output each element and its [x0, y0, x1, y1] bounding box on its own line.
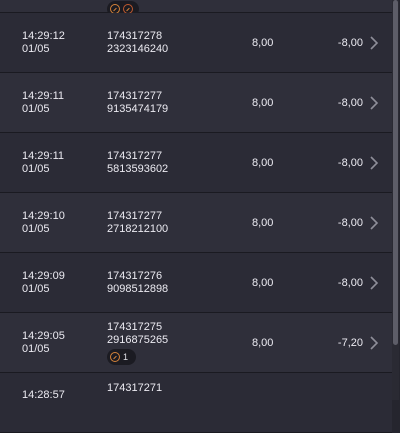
- ticket-id-part-2: 2916875265: [107, 334, 169, 346]
- scrollbar[interactable]: [392, 0, 399, 400]
- stake-amount: 8,00: [252, 97, 274, 109]
- ticket-id-part-1: 174317276: [107, 270, 163, 282]
- boost-badge: 1: [107, 349, 137, 365]
- chevron-right-icon[interactable]: [368, 335, 380, 351]
- date-text: 01/05: [22, 43, 50, 55]
- net-result: -8,00: [337, 97, 363, 109]
- list-item[interactable]: 14:29:09 01/05 174317276 9098512898 8,00…: [0, 253, 392, 313]
- scrollbar-thumb[interactable]: [393, 0, 398, 345]
- transaction-list: 14:29:12 01/05 174317278 2323146240 8,00…: [0, 0, 392, 433]
- time-text: 14:29:05: [22, 330, 65, 342]
- ticket-id-part-1: 174317278: [107, 30, 163, 42]
- date-text: 01/05: [22, 223, 50, 235]
- date-text: 01/05: [22, 103, 50, 115]
- time-text: 14:29:11: [22, 150, 65, 162]
- time-text: 14:29:09: [22, 270, 65, 282]
- ticket-id-part-1: 174317277: [107, 150, 163, 162]
- boost-count: 1: [123, 352, 129, 362]
- ticket-id-part-1: 174317275: [107, 321, 163, 333]
- ticket-id-part-1: 174317271: [107, 382, 163, 394]
- net-result: -8,00: [337, 157, 363, 169]
- ticket-id-part-2: 9098512898: [107, 283, 169, 295]
- net-result: -7,20: [337, 337, 363, 349]
- chevron-right-icon[interactable]: [368, 95, 380, 111]
- time-text: 14:29:12: [22, 30, 65, 42]
- net-result: -8,00: [337, 37, 363, 49]
- stake-amount: 8,00: [252, 157, 274, 169]
- chevron-right-icon[interactable]: [368, 155, 380, 171]
- date-text: 01/05: [22, 343, 50, 355]
- list-item[interactable]: 14:29:11 01/05 174317277 5813593602 8,00…: [0, 133, 392, 193]
- timestamp: 14:29:11 01/05: [22, 150, 64, 176]
- chevron-right-icon[interactable]: [368, 215, 380, 231]
- list-item[interactable]: 14:29:10 01/05 174317277 2718212100 8,00…: [0, 193, 392, 253]
- chevron-right-icon[interactable]: [368, 35, 380, 51]
- stake-amount: 8,00: [252, 337, 274, 349]
- list-item[interactable]: [0, 0, 392, 17]
- time-text: 14:28:57: [22, 389, 65, 401]
- ticket-id: 174317277 5813593602: [107, 150, 168, 176]
- ticket-id-part-1: 174317277: [107, 90, 163, 102]
- ticket-id: 174317277 9135474179: [107, 90, 168, 116]
- timestamp: 14:29:09 01/05: [22, 270, 65, 296]
- list-item[interactable]: 14:28:57 174317271: [0, 373, 392, 433]
- ticket-id: 174317277 2718212100: [107, 210, 168, 236]
- net-result: -8,00: [337, 217, 363, 229]
- boost-coin-icon: [110, 352, 120, 362]
- time-text: 14:29:11: [22, 90, 65, 102]
- chevron-right-icon[interactable]: [368, 275, 380, 291]
- ticket-id: 174317276 9098512898: [107, 270, 168, 296]
- ticket-id-part-2: 2323146240: [107, 43, 169, 55]
- list-item[interactable]: 14:29:11 01/05 174317277 9135474179 8,00…: [0, 73, 392, 133]
- net-result: -8,00: [337, 277, 363, 289]
- timestamp: 14:28:57: [22, 389, 65, 402]
- stake-amount: 8,00: [252, 37, 274, 49]
- ticket-id-part-2: 9135474179: [107, 103, 169, 115]
- timestamp: 14:29:10 01/05: [22, 210, 65, 236]
- ticket-id: 174317271: [107, 382, 162, 395]
- ticket-id-part-2: 5813593602: [107, 163, 169, 175]
- time-text: 14:29:10: [22, 210, 65, 222]
- stake-amount: 8,00: [252, 217, 274, 229]
- ticket-id: 174317278 2323146240: [107, 30, 168, 56]
- stake-amount: 8,00: [252, 277, 274, 289]
- date-text: 01/05: [22, 283, 50, 295]
- ticket-id: 174317275 2916875265: [107, 321, 168, 347]
- list-item[interactable]: 14:29:05 01/05 174317275 2916875265 1 8,…: [0, 313, 392, 373]
- timestamp: 14:29:11 01/05: [22, 90, 64, 116]
- ticket-id-part-1: 174317277: [107, 210, 163, 222]
- timestamp: 14:29:12 01/05: [22, 30, 65, 56]
- timestamp: 14:29:05 01/05: [22, 330, 65, 356]
- list-item[interactable]: 14:29:12 01/05 174317278 2323146240 8,00…: [0, 13, 392, 73]
- ticket-id-part-2: 2718212100: [107, 223, 169, 235]
- date-text: 01/05: [22, 163, 50, 175]
